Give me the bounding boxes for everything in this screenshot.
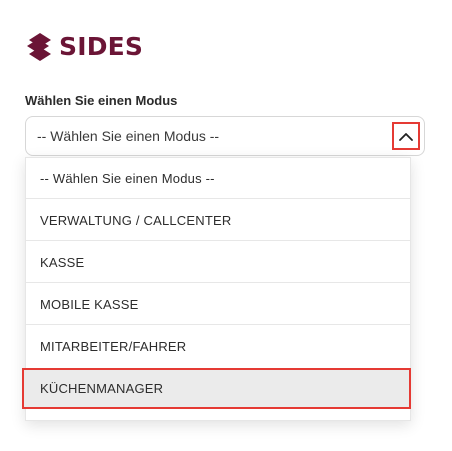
- option-label: -- Wählen Sie einen Modus --: [40, 171, 215, 186]
- option-label: MOBILE KASSE: [40, 297, 139, 312]
- mode-option-kasse[interactable]: KASSE: [26, 242, 410, 283]
- dropdown-toggle-button[interactable]: [392, 122, 420, 150]
- mode-select-label: Wählen Sie einen Modus: [25, 93, 178, 108]
- option-label: KÜCHENMANAGER: [40, 381, 164, 396]
- mode-select[interactable]: -- Wählen Sie einen Modus --: [25, 116, 425, 156]
- chevron-up-icon: [399, 132, 413, 141]
- mode-option-placeholder[interactable]: -- Wählen Sie einen Modus --: [26, 158, 410, 199]
- option-label: VERWALTUNG / CALLCENTER: [40, 213, 232, 228]
- sides-logo: SIDES: [25, 30, 143, 64]
- mode-option-kuechenmanager[interactable]: KÜCHENMANAGER: [22, 368, 411, 409]
- mode-option-mobile-kasse[interactable]: MOBILE KASSE: [26, 284, 410, 325]
- mode-option-mitarbeiter-fahrer[interactable]: MITARBEITER/FAHRER: [26, 326, 410, 367]
- sides-logo-icon: [27, 33, 51, 61]
- option-label: KASSE: [40, 255, 85, 270]
- option-label: MITARBEITER/FAHRER: [40, 339, 187, 354]
- mode-option-verwaltung-callcenter[interactable]: VERWALTUNG / CALLCENTER: [26, 200, 410, 241]
- mode-select-value: -- Wählen Sie einen Modus --: [37, 128, 220, 144]
- brand-name: SIDES: [59, 32, 144, 61]
